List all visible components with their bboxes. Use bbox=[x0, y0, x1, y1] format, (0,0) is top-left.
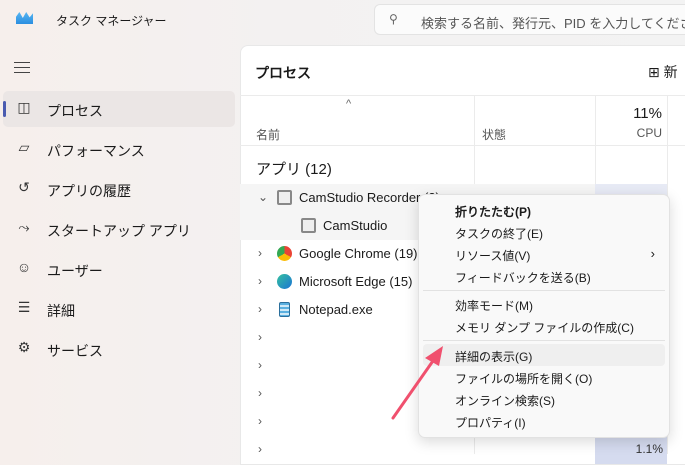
sidebar-item-label: サービス bbox=[47, 343, 103, 359]
sidebar-item-performance[interactable]: ▱ パフォーマンス bbox=[3, 131, 235, 167]
startup-icon: ⤳ bbox=[18, 219, 30, 235]
divider bbox=[240, 145, 685, 146]
processes-icon: ◫ bbox=[17, 99, 31, 115]
chevron-right-icon[interactable]: › bbox=[258, 274, 262, 288]
cpu-cell: 1.1% bbox=[595, 436, 667, 464]
users-icon: ☺ bbox=[16, 259, 32, 275]
sidebar-item-label: パフォーマンス bbox=[47, 143, 145, 159]
column-header-cpu[interactable]: CPU bbox=[600, 126, 662, 140]
menu-item-label: 効率モード(M) bbox=[455, 299, 533, 313]
history-icon: ↺ bbox=[18, 179, 30, 195]
sidebar-item-processes[interactable]: ◫ プロセス bbox=[3, 91, 235, 127]
performance-icon: ▱ bbox=[18, 139, 30, 155]
menu-item-label: オンライン検索(S) bbox=[455, 394, 555, 408]
menu-item-label: メモリ ダンプ ファイルの作成(C) bbox=[455, 321, 634, 335]
menu-item-label: タスクの終了(E) bbox=[455, 227, 543, 241]
sidebar-item-label: ユーザー bbox=[47, 263, 103, 279]
menu-item-label: 詳細の表示(G) bbox=[455, 350, 533, 364]
chevron-right-icon[interactable]: › bbox=[258, 414, 262, 428]
process-name: Google Chrome (19) bbox=[299, 246, 418, 261]
menu-item-feedback[interactable]: フィードバックを送る(B) bbox=[423, 265, 665, 287]
run-new-task-button[interactable]: ⊞ 新 bbox=[648, 62, 678, 82]
sidebar-item-services[interactable]: ⚙ サービス bbox=[3, 331, 235, 367]
menu-item-efficiency-mode[interactable]: 効率モード(M) bbox=[423, 293, 665, 315]
menu-item-label: フィードバックを送る(B) bbox=[455, 271, 591, 285]
app-title: タスク マネージャー bbox=[56, 14, 167, 28]
app-logo-icon bbox=[16, 12, 33, 24]
chevron-right-icon: › bbox=[650, 246, 655, 261]
menu-item-search-online[interactable]: オンライン検索(S) bbox=[423, 388, 665, 410]
menu-item-open-file-location[interactable]: ファイルの場所を開く(O) bbox=[423, 366, 665, 388]
menu-item-memory-dump[interactable]: メモリ ダンプ ファイルの作成(C) bbox=[423, 315, 665, 337]
annotation-arrow-icon bbox=[391, 346, 443, 420]
sidebar-item-details[interactable]: ☰ 詳細 bbox=[3, 291, 235, 327]
menu-item-label: リソース値(V) bbox=[455, 249, 531, 263]
chevron-down-icon[interactable]: ⌄ bbox=[258, 190, 268, 204]
menu-separator bbox=[423, 340, 665, 341]
sidebar-item-app-history[interactable]: ↺ アプリの履歴 bbox=[3, 171, 235, 207]
process-name: Microsoft Edge (15) bbox=[299, 274, 413, 289]
cpu-total: 11% bbox=[633, 105, 662, 122]
chevron-right-icon[interactable]: › bbox=[258, 330, 262, 344]
camstudio-icon bbox=[277, 190, 292, 205]
menu-item-label: プロパティ(I) bbox=[455, 416, 526, 430]
search-placeholder: 検索する名前、発行元、PID を入力してください bbox=[421, 16, 685, 31]
menu-item-label: 折りたたむ(P) bbox=[455, 205, 531, 219]
menu-separator bbox=[423, 290, 665, 291]
edge-icon bbox=[277, 274, 292, 289]
process-name: CamStudio bbox=[323, 218, 388, 233]
menu-item-end-task[interactable]: タスクの終了(E) bbox=[423, 221, 665, 243]
sort-ascending-icon[interactable]: ^ bbox=[346, 98, 351, 110]
new-task-label: 新 bbox=[663, 64, 678, 80]
sidebar-item-label: アプリの履歴 bbox=[47, 183, 131, 199]
sidebar-item-label: プロセス bbox=[47, 103, 103, 119]
menu-item-resource-values[interactable]: リソース値(V) › bbox=[423, 243, 665, 265]
search-icon: ⚲ bbox=[389, 12, 398, 26]
table-row[interactable]: › bbox=[240, 436, 595, 464]
column-header-status[interactable]: 状態 bbox=[482, 126, 506, 143]
column-header-name[interactable]: 名前 bbox=[256, 126, 280, 143]
chevron-right-icon[interactable]: › bbox=[258, 302, 262, 316]
camstudio-icon bbox=[301, 218, 316, 233]
details-icon: ☰ bbox=[17, 299, 31, 315]
sidebar-item-label: 詳細 bbox=[47, 303, 75, 319]
chevron-right-icon[interactable]: › bbox=[258, 386, 262, 400]
chevron-right-icon[interactable]: › bbox=[258, 246, 262, 260]
menu-item-label: ファイルの場所を開く(O) bbox=[455, 372, 593, 386]
chrome-icon bbox=[277, 246, 292, 261]
context-menu: 折りたたむ(P) タスクの終了(E) リソース値(V) › フィードバックを送る(… bbox=[418, 194, 670, 438]
sidebar-item-label: スタートアップ アプリ bbox=[47, 223, 191, 239]
sidebar-item-users[interactable]: ☺ ユーザー bbox=[3, 251, 235, 287]
services-icon: ⚙ bbox=[17, 339, 31, 355]
menu-item-properties[interactable]: プロパティ(I) bbox=[423, 410, 665, 432]
sidebar-item-startup[interactable]: ⤳ スタートアップ アプリ bbox=[3, 211, 235, 247]
notepad-icon bbox=[279, 302, 290, 317]
page-title: プロセス bbox=[255, 65, 311, 81]
chevron-right-icon[interactable]: › bbox=[258, 358, 262, 372]
group-header-apps: アプリ (12) bbox=[256, 161, 332, 178]
menu-item-go-to-details[interactable]: 詳細の表示(G) bbox=[423, 344, 665, 366]
hamburger-menu-icon[interactable] bbox=[14, 62, 30, 73]
process-name: Notepad.exe bbox=[299, 302, 373, 317]
menu-item-collapse[interactable]: 折りたたむ(P) bbox=[423, 199, 665, 221]
new-task-icon: ⊞ bbox=[648, 64, 660, 80]
search-input[interactable]: ⚲ 検索する名前、発行元、PID を入力してください bbox=[374, 4, 685, 35]
divider bbox=[240, 95, 685, 96]
